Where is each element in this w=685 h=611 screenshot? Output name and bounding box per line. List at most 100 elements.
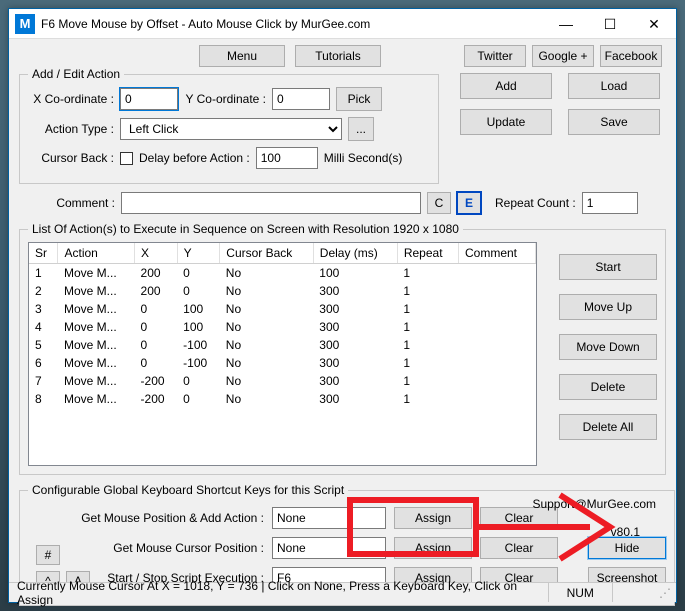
column-header[interactable]: Delay (ms) xyxy=(313,243,397,264)
table-cell: No xyxy=(220,354,314,372)
table-row[interactable]: 5Move M...0-100No3001 xyxy=(29,336,536,354)
table-cell: No xyxy=(220,372,314,390)
table-row[interactable]: 1Move M...2000No1001 xyxy=(29,264,536,283)
maximize-button[interactable]: ☐ xyxy=(588,9,632,39)
table-cell: Move M... xyxy=(58,336,135,354)
load-button[interactable]: Load xyxy=(568,73,660,99)
delay-unit: Milli Second(s) xyxy=(324,151,403,165)
table-cell: 1 xyxy=(397,264,458,283)
comment-label: Comment : xyxy=(19,196,115,210)
table-cell: 0 xyxy=(177,390,220,408)
table-row[interactable]: 4Move M...0100No3001 xyxy=(29,318,536,336)
action-list-legend: List Of Action(s) to Execute in Sequence… xyxy=(28,222,463,236)
table-cell: 300 xyxy=(313,354,397,372)
table-cell: 0 xyxy=(177,264,220,283)
status-empty xyxy=(612,583,652,602)
y-coord-input[interactable] xyxy=(272,88,330,110)
table-cell xyxy=(459,318,536,336)
column-header[interactable]: Repeat xyxy=(397,243,458,264)
table-cell: 300 xyxy=(313,336,397,354)
repeat-count-label: Repeat Count : xyxy=(495,196,576,210)
table-cell: -100 xyxy=(177,354,220,372)
googleplus-button[interactable]: Google + xyxy=(532,45,594,67)
action-type-select[interactable]: Left Click xyxy=(120,118,342,140)
hide-button[interactable]: Hide xyxy=(588,537,666,559)
hash-button[interactable]: # xyxy=(36,545,60,565)
table-cell: 300 xyxy=(313,300,397,318)
column-header[interactable]: Cursor Back xyxy=(220,243,314,264)
comment-input[interactable] xyxy=(121,192,421,214)
table-cell: Move M... xyxy=(58,390,135,408)
column-header[interactable]: X xyxy=(135,243,178,264)
window-title: F6 Move Mouse by Offset - Auto Mouse Cli… xyxy=(41,17,544,31)
resize-grip-icon[interactable]: ⋰ xyxy=(652,586,668,600)
column-header[interactable]: Comment xyxy=(459,243,536,264)
table-cell: 3 xyxy=(29,300,58,318)
pick-button[interactable]: Pick xyxy=(336,87,382,111)
table-cell: 1 xyxy=(397,300,458,318)
table-cell: 1 xyxy=(397,318,458,336)
table-cell: 0 xyxy=(135,300,178,318)
support-link[interactable]: Support@MurGee.com xyxy=(532,497,656,511)
twitter-button[interactable]: Twitter xyxy=(464,45,526,67)
table-cell: 1 xyxy=(397,282,458,300)
column-header[interactable]: Sr xyxy=(29,243,58,264)
table-row[interactable]: 2Move M...2000No3001 xyxy=(29,282,536,300)
repeat-count-input[interactable] xyxy=(582,192,638,214)
shortcut2-assign-button[interactable]: Assign xyxy=(394,537,472,559)
move-down-button[interactable]: Move Down xyxy=(559,334,657,360)
table-cell xyxy=(459,390,536,408)
x-coord-input[interactable] xyxy=(120,88,178,110)
tutorials-button[interactable]: Tutorials xyxy=(295,45,381,67)
column-header[interactable]: Action xyxy=(58,243,135,264)
e-button[interactable]: E xyxy=(457,192,481,214)
start-button[interactable]: Start xyxy=(559,254,657,280)
table-row[interactable]: 8Move M...-2000No3001 xyxy=(29,390,536,408)
table-cell: 300 xyxy=(313,282,397,300)
table-cell: Move M... xyxy=(58,354,135,372)
close-button[interactable]: ✕ xyxy=(632,9,676,39)
table-cell: Move M... xyxy=(58,300,135,318)
update-button[interactable]: Update xyxy=(460,109,552,135)
table-cell: 100 xyxy=(177,318,220,336)
table-cell xyxy=(459,336,536,354)
version-label: v80.1 xyxy=(611,525,640,539)
c-button[interactable]: C xyxy=(427,192,451,214)
shortcuts-legend: Configurable Global Keyboard Shortcut Ke… xyxy=(28,483,348,497)
move-up-button[interactable]: Move Up xyxy=(559,294,657,320)
table-cell: No xyxy=(220,336,314,354)
shortcut1-assign-button[interactable]: Assign xyxy=(394,507,472,529)
delete-all-button[interactable]: Delete All xyxy=(559,414,657,440)
y-coord-label: Y Co-ordinate : xyxy=(184,92,266,106)
table-cell: 300 xyxy=(313,390,397,408)
status-num: NUM xyxy=(548,583,612,602)
table-cell: 100 xyxy=(177,300,220,318)
delay-input[interactable] xyxy=(256,147,318,169)
table-cell: No xyxy=(220,264,314,283)
action-table[interactable]: SrActionXYCursor BackDelay (ms)RepeatCom… xyxy=(28,242,537,466)
table-cell: -200 xyxy=(135,372,178,390)
facebook-button[interactable]: Facebook xyxy=(600,45,662,67)
table-row[interactable]: 6Move M...0-100No3001 xyxy=(29,354,536,372)
table-cell: 0 xyxy=(177,372,220,390)
x-coord-label: X Co-ordinate : xyxy=(28,92,114,106)
table-row[interactable]: 7Move M...-2000No3001 xyxy=(29,372,536,390)
column-header[interactable]: Y xyxy=(177,243,220,264)
action-type-more-button[interactable]: ... xyxy=(348,117,374,141)
table-cell xyxy=(459,264,536,283)
menu-button[interactable]: Menu xyxy=(199,45,285,67)
delete-button[interactable]: Delete xyxy=(559,374,657,400)
shortcut1-label: Get Mouse Position & Add Action : xyxy=(28,511,264,525)
app-icon: M xyxy=(15,14,35,34)
save-button[interactable]: Save xyxy=(568,109,660,135)
shortcut2-clear-button[interactable]: Clear xyxy=(480,537,558,559)
shortcut1-input[interactable] xyxy=(272,507,386,529)
add-button[interactable]: Add xyxy=(460,73,552,99)
table-cell: 1 xyxy=(29,264,58,283)
table-cell xyxy=(459,282,536,300)
shortcut2-input[interactable] xyxy=(272,537,386,559)
cursor-back-checkbox[interactable] xyxy=(120,152,133,165)
table-cell: Move M... xyxy=(58,372,135,390)
table-row[interactable]: 3Move M...0100No3001 xyxy=(29,300,536,318)
minimize-button[interactable]: — xyxy=(544,9,588,39)
